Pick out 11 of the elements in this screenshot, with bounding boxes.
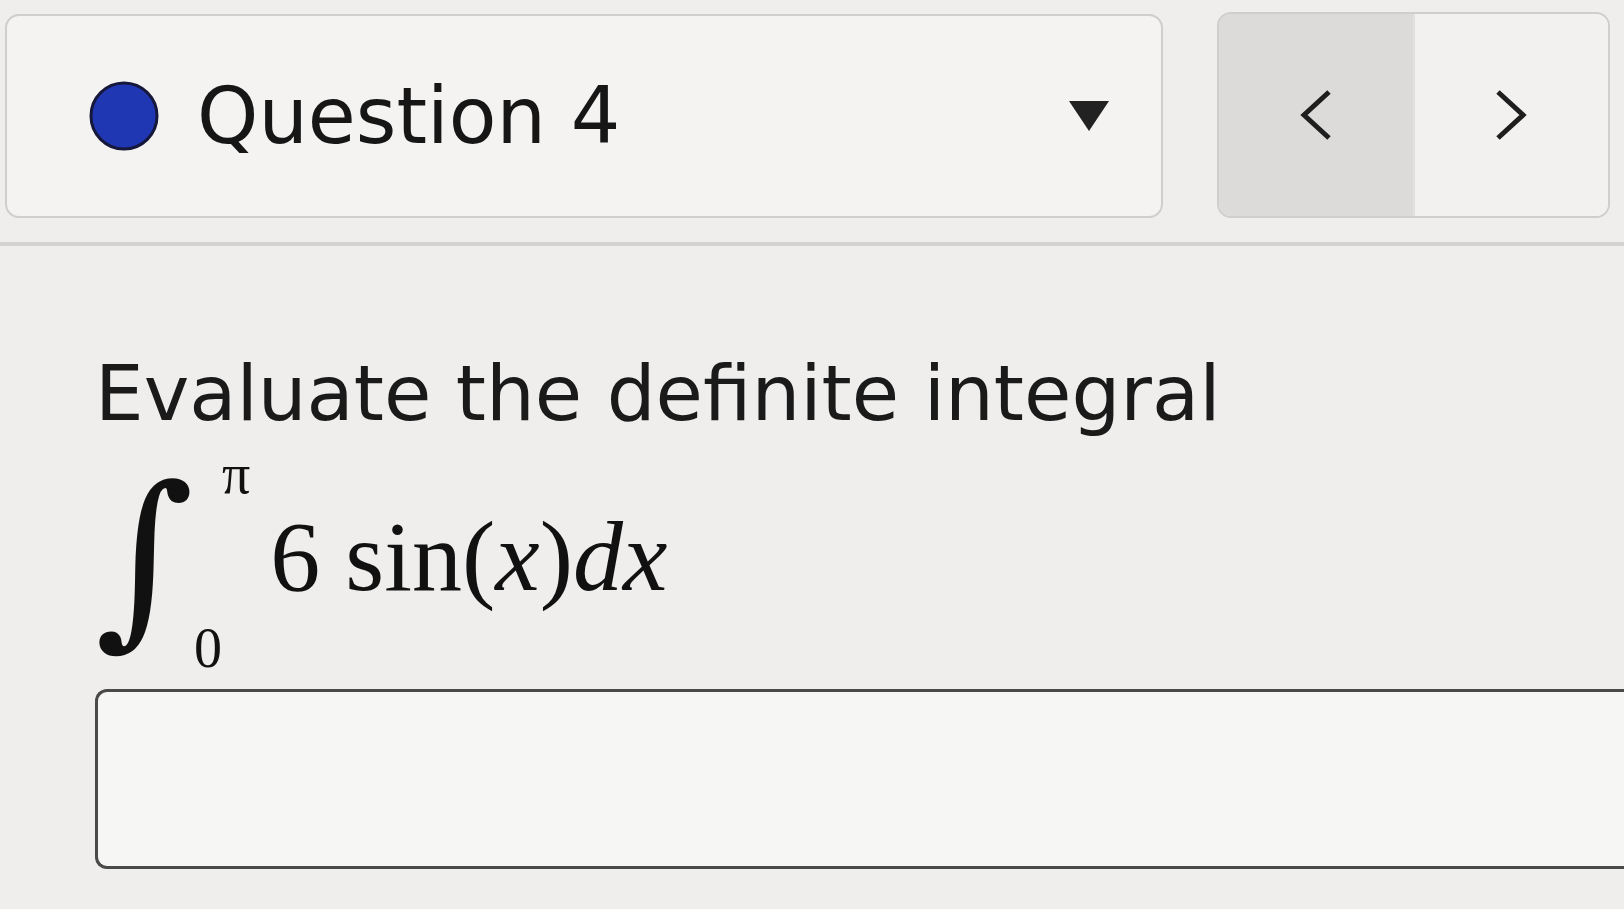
previous-button[interactable] (1219, 14, 1413, 216)
upper-limit: π (222, 446, 251, 502)
next-button[interactable] (1412, 14, 1608, 216)
answer-field[interactable] (95, 689, 1624, 869)
lower-limit: 0 (194, 620, 223, 676)
chevron-left-icon (1298, 89, 1333, 141)
question-dropdown[interactable]: Question 4 (5, 14, 1163, 218)
status-dot-icon (89, 81, 159, 151)
chevron-right-icon (1494, 89, 1529, 141)
integral-sign: ∫ (95, 447, 194, 667)
caret-icon (1069, 101, 1109, 131)
